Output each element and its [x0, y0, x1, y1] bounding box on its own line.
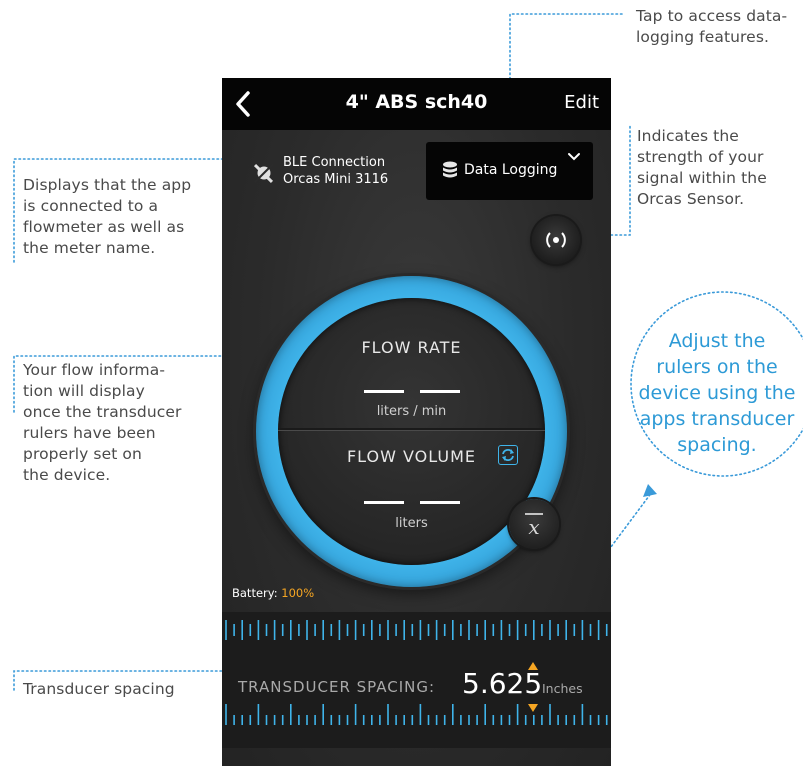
- transducer-spacing-value: 5.625: [462, 667, 543, 700]
- annotation-line: Displays that the app: [23, 176, 192, 194]
- page-title: 4" ABS sch40: [345, 91, 488, 113]
- annotation-line: Orcas Sensor.: [637, 190, 745, 208]
- chevron-down-icon: [568, 153, 580, 161]
- annotation-line: logging features.: [636, 28, 770, 46]
- annotation-line: Indicates the: [637, 127, 739, 145]
- ble-disconnected-icon: [253, 163, 274, 184]
- mean-button[interactable]: x: [509, 499, 559, 549]
- annotation-line: Tap to access data-: [636, 7, 788, 25]
- value-dash: [419, 390, 460, 393]
- navigation-bar: 4" ABS sch40 Edit: [222, 78, 611, 130]
- annotation-line: spacing.: [677, 434, 757, 456]
- mean-x-bar-icon: x: [525, 513, 543, 539]
- gauge-face: FLOW RATE liters / min FLOW VOLUME liter…: [278, 298, 545, 565]
- annotation-line: apps transducer: [639, 408, 795, 430]
- annotation-line: tion will display: [23, 382, 145, 400]
- annotation-line: Your flow informa-: [23, 361, 166, 379]
- battery-value: 100%: [281, 586, 315, 600]
- annotation-data-logging: Tap to access data- logging features.: [636, 6, 787, 48]
- annotation-flow: Your flow informa- tion will display onc…: [23, 360, 182, 486]
- annotation-line: once the transducer: [23, 403, 182, 421]
- signal-icon: [546, 232, 566, 248]
- data-logging-label: Data Logging: [464, 162, 558, 178]
- ble-status-label: BLE Connection: [283, 155, 386, 170]
- transducer-ruler-panel: TRANSDUCER SPACING: 5.625 Inches: [222, 612, 611, 748]
- annotation-line: rulers on the: [656, 356, 778, 378]
- meter-name: Orcas Mini 3116: [283, 172, 389, 187]
- battery-label: Battery:: [232, 586, 278, 600]
- transducer-spacing-label: TRANSDUCER SPACING:: [238, 678, 436, 696]
- swap-icon: [502, 449, 514, 461]
- annotation-line: flowmeter as well as: [23, 218, 185, 236]
- top-ruler-scale[interactable]: [222, 612, 611, 652]
- value-dash: [363, 501, 404, 504]
- flow-volume-value: [278, 491, 545, 509]
- flow-volume-unit: liters: [395, 516, 428, 531]
- value-dash: [419, 501, 460, 504]
- bottom-ruler-scale[interactable]: [222, 698, 611, 738]
- annotation-line: the device.: [23, 466, 111, 484]
- annotation-rulers: Adjust the rulers on the device using th…: [618, 328, 803, 458]
- edit-button[interactable]: Edit: [564, 92, 599, 113]
- value-dash: [363, 390, 404, 393]
- annotation-line: rulers have been: [23, 424, 156, 442]
- battery-status: Battery: 100%: [232, 586, 314, 600]
- annotation-line: the meter name.: [23, 239, 156, 257]
- swap-units-button[interactable]: [498, 445, 518, 465]
- phone-screen: 4" ABS sch40 Edit BLE Connection Orcas M…: [222, 78, 611, 766]
- gauge-divider: [278, 428, 545, 431]
- annotation-line: properly set on: [23, 445, 142, 463]
- ble-connection-status: BLE Connection Orcas Mini 3116: [252, 155, 412, 191]
- data-logging-button[interactable]: Data Logging: [426, 142, 593, 200]
- flow-rate-unit: liters / min: [376, 404, 447, 419]
- annotation-line: Transducer spacing: [23, 680, 175, 698]
- annotation-line: is connected to a: [23, 197, 159, 215]
- flow-rate-label: FLOW RATE: [361, 338, 462, 357]
- flow-rate-value: [278, 380, 545, 398]
- annotation-signal: Indicates the strength of your signal wi…: [637, 126, 767, 210]
- annotation-line: device using the: [638, 382, 796, 404]
- transducer-spacing-unit: Inches: [542, 681, 583, 696]
- database-icon: [443, 161, 457, 178]
- annotation-line: strength of your: [637, 148, 764, 166]
- annotation-line: signal within the: [637, 169, 767, 187]
- svg-text:x: x: [528, 515, 539, 539]
- annotation-transducer: Transducer spacing: [23, 679, 175, 700]
- signal-strength-button[interactable]: [532, 216, 580, 264]
- annotation-ble: Displays that the app is connected to a …: [23, 175, 191, 259]
- annotation-line: Adjust the: [668, 330, 766, 352]
